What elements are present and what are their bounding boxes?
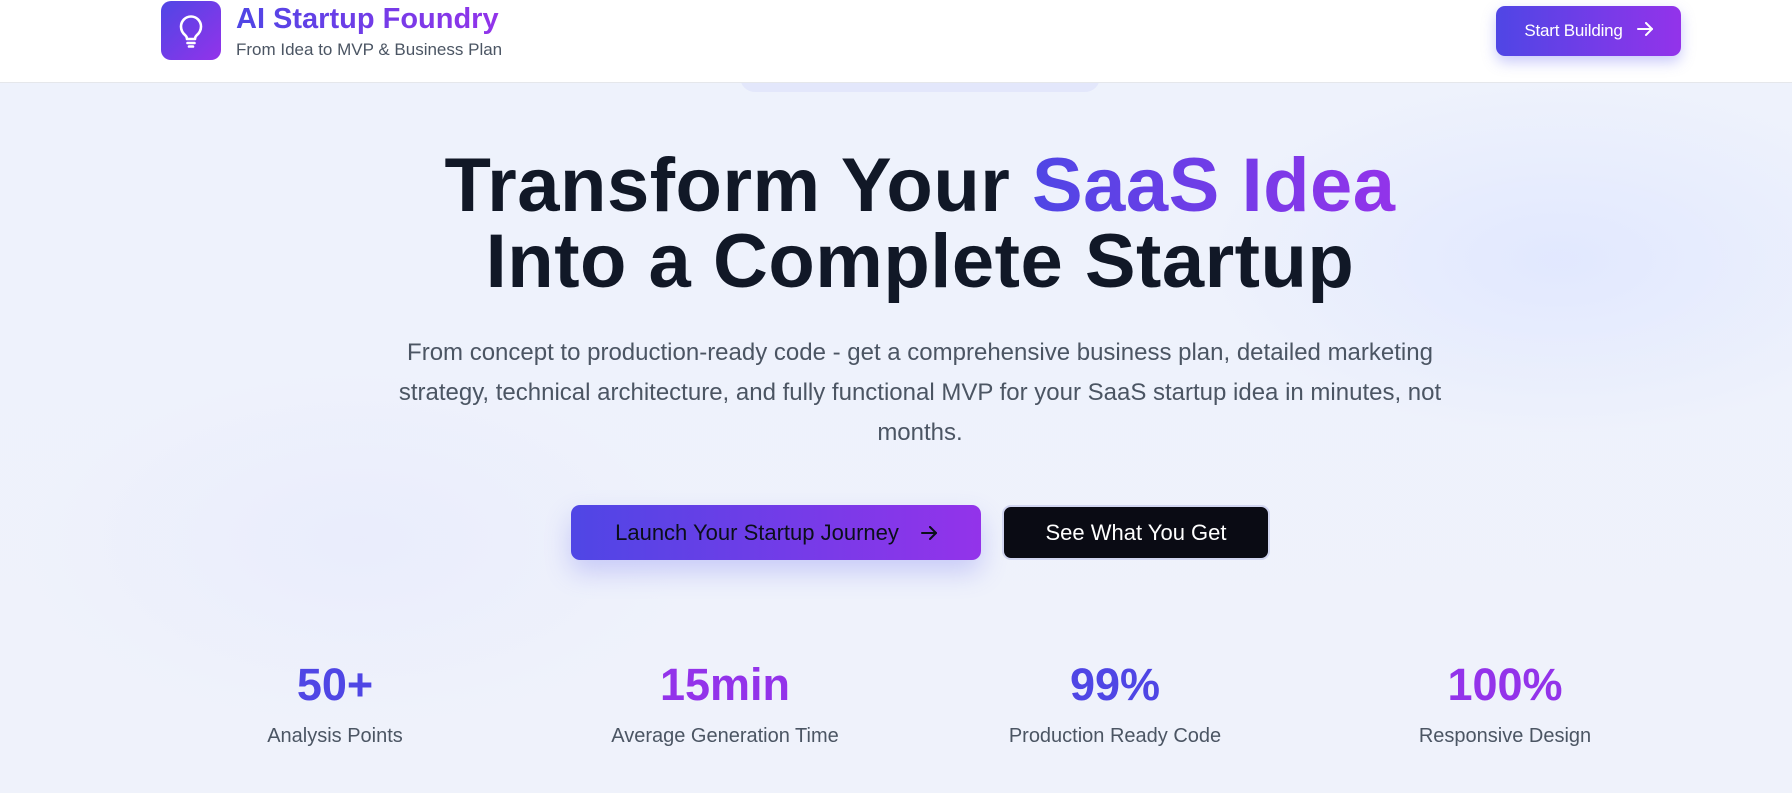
lightbulb-icon [161, 1, 221, 60]
stat-value: 50+ [296, 659, 374, 710]
stat-production-ready: 99% Production Ready Code [935, 655, 1295, 748]
stat-label: Average Generation Time [611, 725, 839, 747]
stat-value: 100% [1447, 659, 1563, 710]
start-building-button[interactable]: Start Building [1496, 6, 1681, 56]
top-navbar: AI Startup Foundry From Idea to MVP & Bu… [0, 0, 1792, 83]
see-what-you-get-button[interactable]: See What You Get [1002, 505, 1270, 560]
stat-responsive-design: 100% Responsive Design [1325, 655, 1685, 748]
arrow-right-icon [1636, 21, 1653, 41]
hero-title-highlight: SaaS Idea [1031, 143, 1396, 228]
stat-value: 15min [659, 659, 791, 710]
brand-title: AI Startup Foundry [236, 2, 502, 36]
brand[interactable]: AI Startup Foundry From Idea to MVP & Bu… [161, 1, 502, 60]
stat-generation-time: 15min Average Generation Time [545, 655, 905, 748]
brand-subtitle: From Idea to MVP & Business Plan [236, 39, 503, 59]
hero-title-line2: Into a Complete Startup [485, 219, 1355, 304]
launch-journey-button[interactable]: Launch Your Startup Journey [571, 505, 981, 560]
stat-label: Analysis Points [267, 725, 403, 747]
see-what-you-get-label: See What You Get [1045, 519, 1227, 545]
hero-title: Transform Your SaaS Idea Into a Complete… [0, 148, 1792, 300]
stat-label: Responsive Design [1418, 725, 1592, 747]
stat-analysis-points: 50+ Analysis Points [155, 655, 515, 748]
brand-text: AI Startup Foundry From Idea to MVP & Bu… [236, 2, 502, 60]
stat-label: Production Ready Code [1008, 725, 1222, 747]
stat-value: 99% [1069, 659, 1161, 710]
arrow-right-icon [920, 520, 937, 546]
start-building-label: Start Building [1524, 21, 1623, 40]
launch-journey-label: Launch Your Startup Journey [615, 519, 899, 545]
hero-title-part1: Transform Your [444, 143, 1032, 228]
hero-description: From concept to production-ready code - … [398, 339, 1442, 446]
